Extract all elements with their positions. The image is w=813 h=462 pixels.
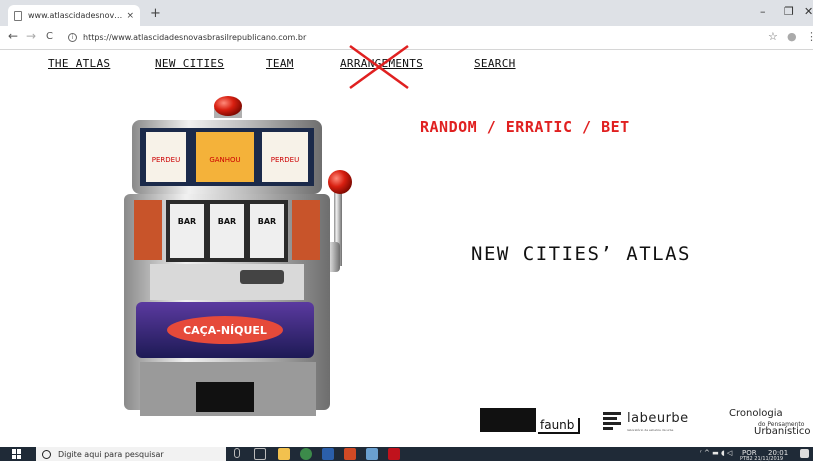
slot-sign-text: CAÇA-NÍQUEL [183,324,267,337]
slot-machine-image: PERDEU GANHOU PERDEU BAR BAR BAR CAÇA-NÍ… [124,96,352,416]
reel-mid-left: BAR [178,217,196,226]
info-icon[interactable]: i [68,33,77,42]
minimize-button[interactable]: – [760,5,766,18]
reload-icon[interactable]: C [46,31,53,42]
nav-search[interactable]: SEARCH [474,57,516,70]
profile-icon[interactable]: ● [787,30,797,43]
new-tab-button[interactable]: + [150,6,161,21]
reel-top-left: PERDEU [152,156,180,164]
tray-date: PTB2 21/11/2019 [740,456,784,462]
address-bar[interactable]: i https://www.atlascidadesnovasbrasilrep… [68,29,758,46]
chrome-icon[interactable] [300,448,312,460]
url-text: https://www.atlascidadesnovasbrasilrepub… [83,33,307,42]
faunb-logo-block [480,408,536,432]
cronologia-title: Urbanístico [754,426,811,437]
microphone-icon[interactable] [234,448,240,458]
nav-the-atlas[interactable]: THE ATLAS [48,57,110,70]
cortana-icon [42,449,51,459]
task-view-icon[interactable] [254,448,266,460]
tagline: RANDOM / ERRATIC / BET [420,118,630,136]
acrobat-icon[interactable] [388,448,400,460]
reel-top-right: PERDEU [271,156,299,164]
taskbar-search-input[interactable]: Digite aqui para pesquisar [36,447,226,461]
tab-title: www.atlascidadesnovasbrasilrep… [28,11,123,20]
labeurbe-icon [603,412,621,430]
forward-icon[interactable]: → [26,29,36,43]
notifications-icon[interactable] [800,449,809,458]
windows-start-icon[interactable] [12,449,22,459]
faunb-logo[interactable]: faunb [538,418,581,434]
back-icon[interactable]: ← [8,29,18,43]
powerpoint-icon[interactable] [344,448,356,460]
taskbar-search-placeholder: Digite aqui para pesquisar [58,449,164,459]
cronologia-logo[interactable]: Cronologia [729,408,783,419]
close-window-button[interactable]: ✕ [804,5,813,18]
nav-team[interactable]: TEAM [266,57,294,70]
labeurbe-subtitle: laboratório de estudos da urbe [627,428,674,432]
nav-new-cities[interactable]: NEW CITIES [155,57,224,70]
page-title: NEW CITIES’ ATLAS [471,243,691,265]
browser-tab[interactable]: www.atlascidadesnovasbrasilrep… × [8,5,140,26]
tray-icons[interactable]: ʳ ^ ▬ ◖ ◁ [700,449,732,457]
labeurbe-logo[interactable]: labeurbe [627,411,689,426]
word-icon[interactable] [322,448,334,460]
reel-mid-center: BAR [218,217,236,226]
reel-mid-right: BAR [258,217,276,226]
paint-icon[interactable] [366,448,378,460]
menu-icon[interactable]: ⋮ [806,30,813,43]
reel-top-center: GANHOU [209,156,240,164]
maximize-button[interactable]: ❐ [784,5,794,18]
page-icon [14,10,22,21]
tab-close-icon[interactable]: × [126,11,134,21]
file-explorer-icon[interactable] [278,448,290,460]
bookmark-star-icon[interactable]: ☆ [768,30,778,43]
red-cross-mark [349,44,409,90]
taskbar: Digite aqui para pesquisar ʳ ^ ▬ ◖ ◁ POR… [0,447,813,462]
browser-tab-strip: www.atlascidadesnovasbrasilrep… × + – ❐ … [0,0,813,26]
